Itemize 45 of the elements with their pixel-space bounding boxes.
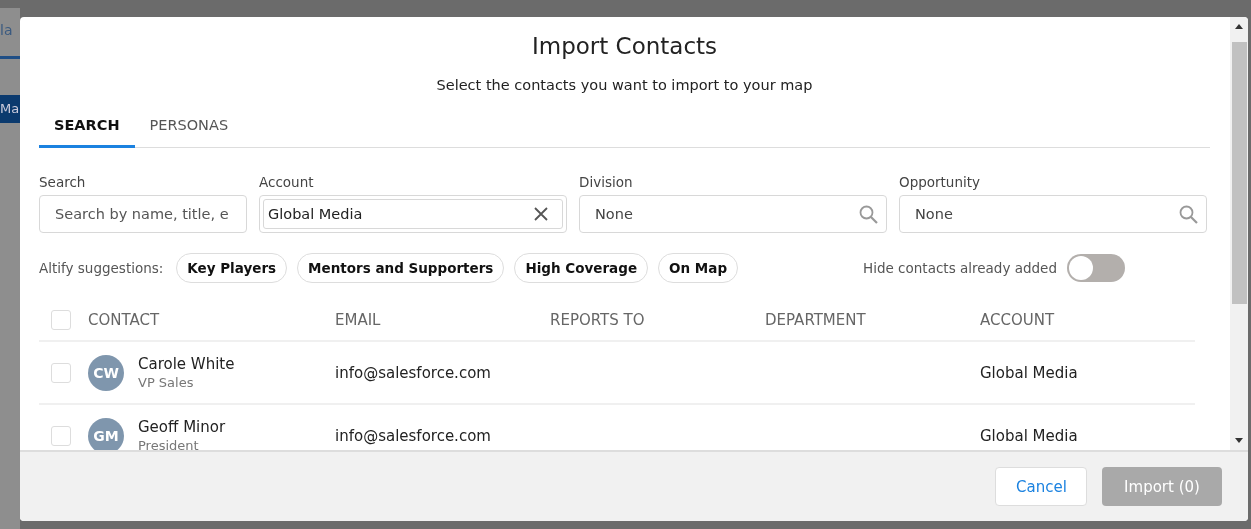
table-cell: info@salesforce.com xyxy=(335,364,491,382)
scroll-down-icon[interactable] xyxy=(1234,437,1244,445)
dialog-title: Import Contacts xyxy=(530,33,719,61)
table-cell: Global Media xyxy=(980,427,1078,445)
suggestion-chip[interactable]: Key Players xyxy=(176,253,288,283)
scroll-up-icon[interactable] xyxy=(1234,22,1244,30)
cancel-button[interactable]: Cancel xyxy=(995,467,1087,506)
dialog-subtitle: Select the contacts you want to import to your map xyxy=(435,77,814,93)
toggle-label: Hide contacts already added xyxy=(863,260,1057,276)
checkbox[interactable] xyxy=(51,310,71,330)
lookup-field[interactable]: None xyxy=(579,195,887,233)
clear-icon[interactable] xyxy=(534,207,548,221)
contact-name: Carole White xyxy=(138,355,235,373)
avatar: CW xyxy=(88,354,124,391)
column-header: EMAIL xyxy=(335,311,382,329)
field-label: Account xyxy=(259,174,315,190)
suggestions-label: Altify suggestions: xyxy=(39,260,164,276)
account-field[interactable]: Global Media xyxy=(259,195,567,233)
contact-title: VP Sales xyxy=(138,375,195,390)
suggestion-chip[interactable]: Mentors and Supporters xyxy=(297,253,505,283)
checkbox[interactable] xyxy=(51,425,71,446)
search-icon xyxy=(1179,204,1198,224)
contact-name: Geoff Minor xyxy=(138,418,226,436)
tab[interactable]: PERSONAS xyxy=(134,107,244,148)
search-field[interactable]: Search by name, title, e xyxy=(39,195,247,233)
field-label: Opportunity xyxy=(899,174,981,190)
background-text: la xyxy=(0,22,14,40)
avatar: GM xyxy=(88,417,124,450)
table-cell: info@salesforce.com xyxy=(335,427,491,445)
suggestion-chip[interactable]: On Map xyxy=(658,253,739,283)
lookup-field[interactable]: None xyxy=(899,195,1207,233)
toggle-switch[interactable] xyxy=(1066,254,1125,282)
search-icon xyxy=(859,204,878,224)
table-cell: Global Media xyxy=(980,364,1078,382)
scrollbar[interactable] xyxy=(1230,17,1248,450)
field-label: Division xyxy=(579,174,634,190)
column-header: CONTACT xyxy=(88,311,161,329)
column-header: ACCOUNT xyxy=(980,311,1056,329)
field-label: Search xyxy=(39,174,87,190)
tab[interactable]: SEARCH xyxy=(39,107,135,148)
checkbox[interactable] xyxy=(51,362,71,383)
contact-title: President xyxy=(138,438,200,450)
suggestion-chip[interactable]: High Coverage xyxy=(514,253,649,283)
column-header: DEPARTMENT xyxy=(765,311,867,329)
column-header: REPORTS TO xyxy=(550,311,646,329)
